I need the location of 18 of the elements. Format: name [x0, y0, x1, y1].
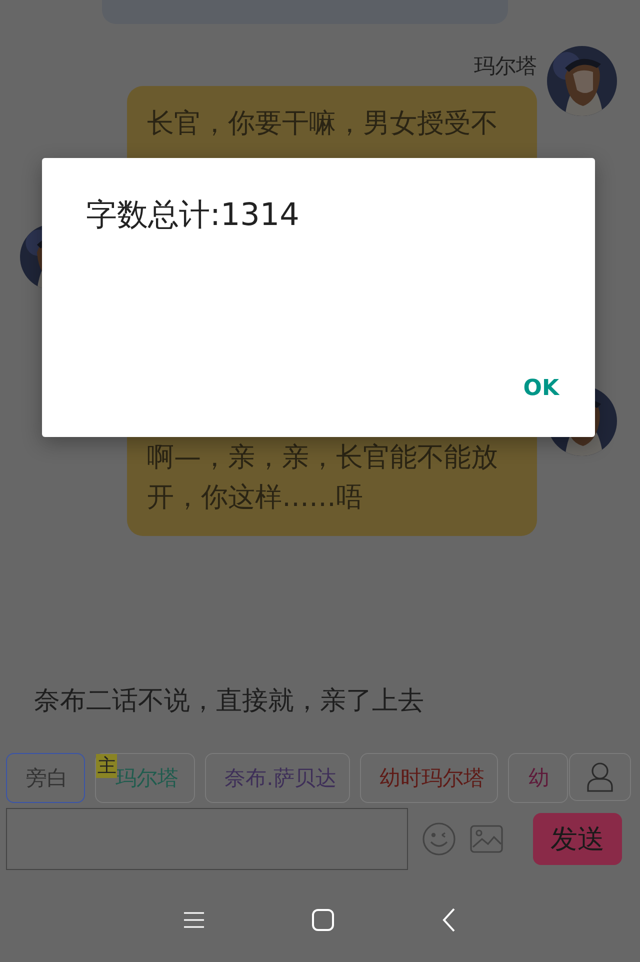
- person-button[interactable]: [569, 753, 631, 801]
- role-tab[interactable]: 主玛尔塔: [95, 753, 195, 803]
- role-tab[interactable]: 幼时玛尔塔: [360, 753, 498, 803]
- main-badge: 主: [96, 754, 118, 778]
- sender-name: 玛尔塔: [474, 53, 537, 80]
- narration-text: 奈布二话不说，直接就，亲了上去: [33, 685, 425, 718]
- message-input[interactable]: [6, 808, 408, 870]
- image-icon: [470, 825, 503, 853]
- role-tab[interactable]: 奈布.萨贝达: [204, 753, 350, 803]
- ok-button[interactable]: OK: [513, 366, 569, 411]
- back-icon[interactable]: [442, 908, 456, 932]
- emoji-icon: [422, 822, 456, 856]
- dialog-message: 字数总计:1314: [86, 196, 300, 235]
- send-button[interactable]: 发送: [533, 813, 622, 865]
- role-tab[interactable]: 幼: [508, 753, 568, 803]
- person-icon: [587, 762, 613, 792]
- home-icon[interactable]: [312, 909, 334, 931]
- menu-icon[interactable]: [184, 911, 204, 929]
